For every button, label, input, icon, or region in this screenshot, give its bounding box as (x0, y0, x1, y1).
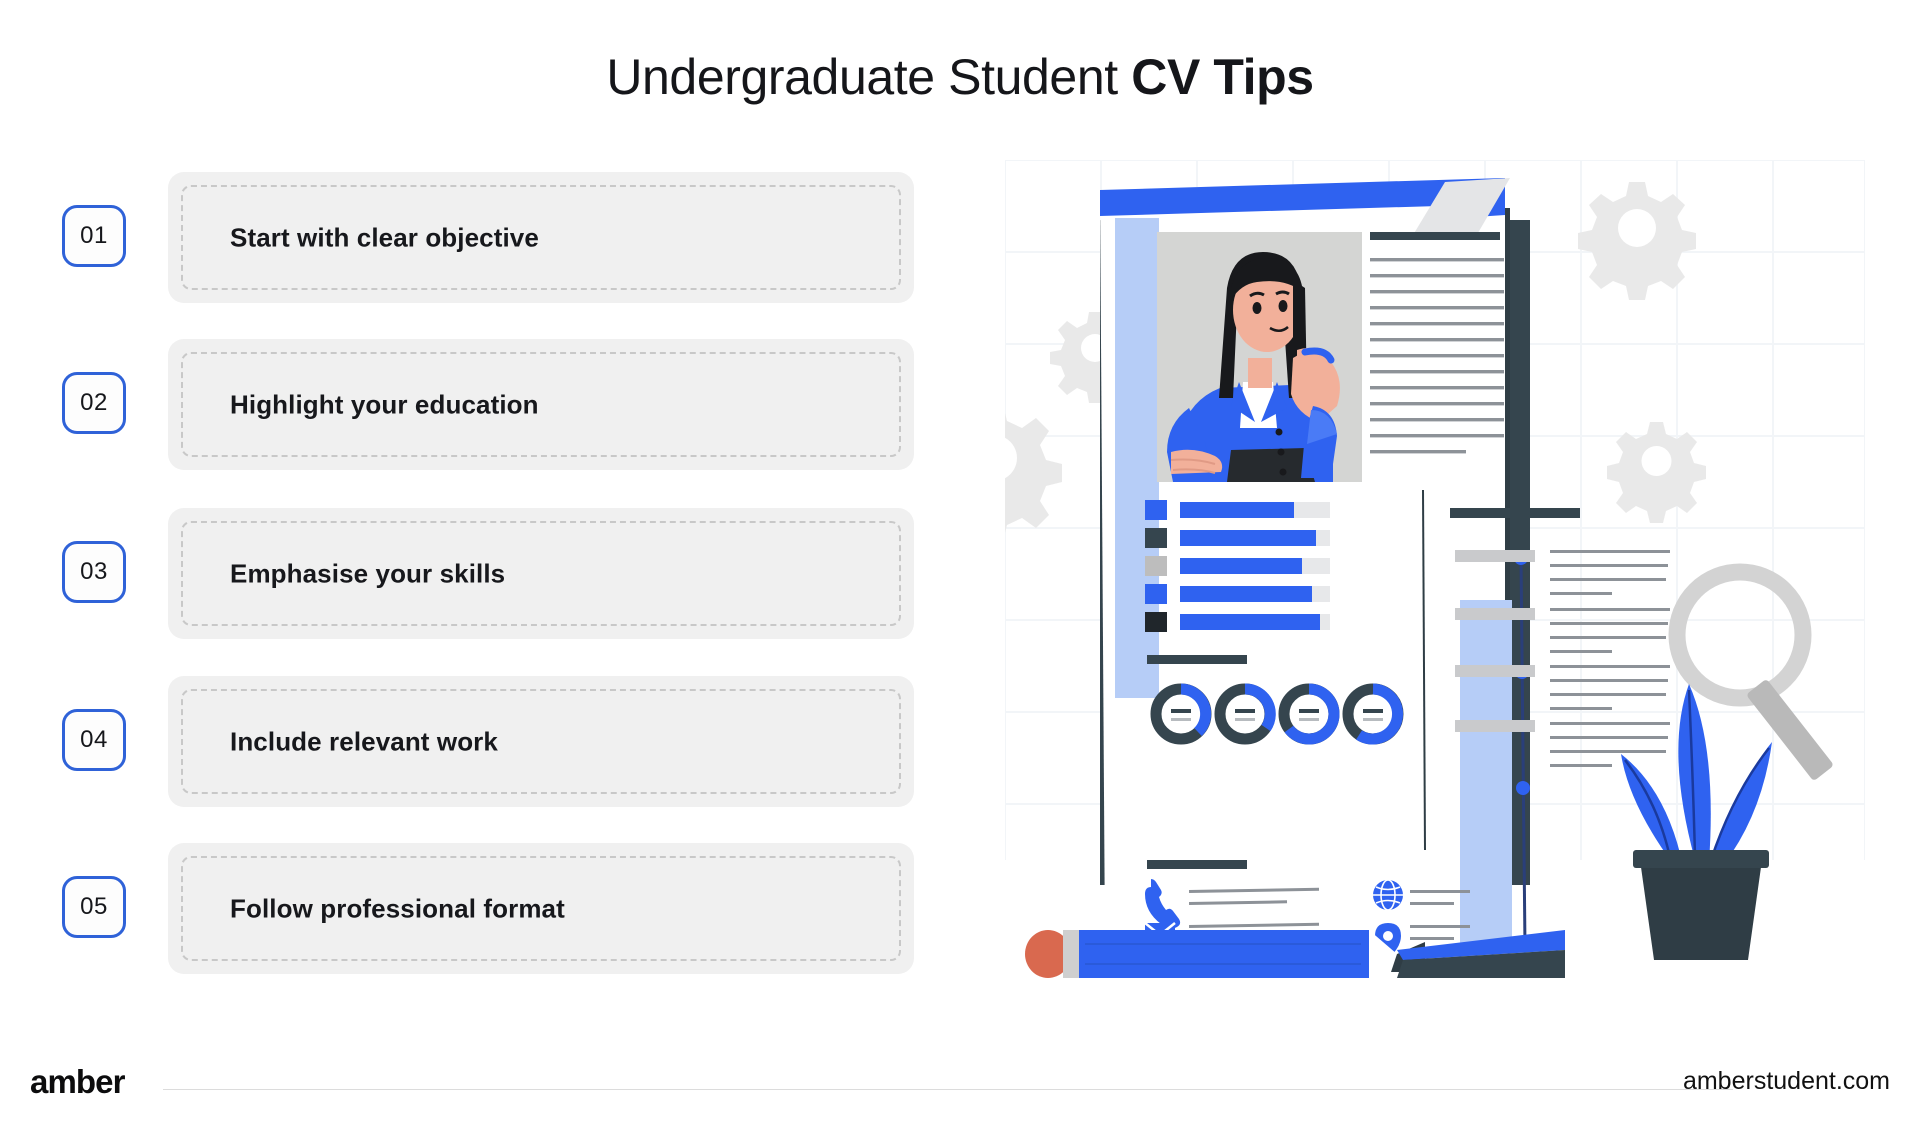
tip-label: Follow professional format (230, 893, 565, 923)
cv-illustration (926, 159, 1866, 1020)
tip-number-badge: 02 (62, 372, 126, 434)
footer-divider (163, 1089, 1733, 1090)
list-item[interactable]: Highlight your education 02 (0, 335, 930, 472)
tip-number-badge: 04 (62, 709, 126, 771)
tip-label: Highlight your education (230, 389, 539, 419)
list-item[interactable]: Include relevant work 04 (0, 672, 930, 809)
tip-number-badge: 01 (62, 205, 126, 267)
footer-website-url[interactable]: amberstudent.com (1683, 1067, 1890, 1096)
page-title-regular: Undergraduate Student (606, 49, 1132, 105)
page-title: Undergraduate Student CV Tips (0, 46, 1920, 108)
tip-number: 01 (80, 222, 108, 249)
pencil-body (1079, 930, 1369, 978)
amber-logo[interactable]: amber (30, 1063, 125, 1101)
tips-list: Start with clear objective 01 Highlight … (0, 168, 930, 1018)
pencil-ferrule (1063, 930, 1081, 978)
tip-number: 05 (80, 893, 108, 920)
plant-pot (1640, 860, 1762, 960)
gear-icon (1578, 182, 1696, 300)
contact-heading-bar (1147, 860, 1247, 869)
tip-card[interactable]: Highlight your education (168, 339, 914, 470)
section-heading-bar (1147, 655, 1247, 664)
list-item[interactable]: Start with clear objective 01 (0, 168, 930, 305)
accent-strip-right (1460, 600, 1512, 950)
tip-label: Start with clear objective (230, 222, 539, 252)
gear-icon (1607, 422, 1706, 523)
plant-pot-rim (1633, 850, 1769, 868)
tip-label: Include relevant work (230, 726, 498, 756)
tip-card[interactable]: Include relevant work (168, 676, 914, 807)
list-item[interactable]: Follow professional format 05 (0, 839, 930, 976)
page-title-bold: CV Tips (1131, 49, 1314, 105)
tip-number: 04 (80, 726, 108, 753)
footer: amber amberstudent.com (0, 1033, 1920, 1133)
tip-card[interactable]: Emphasise your skills (168, 508, 914, 639)
page-title-wrap: Undergraduate Student CV Tips (0, 46, 1920, 108)
tip-label: Emphasise your skills (230, 558, 506, 588)
tip-number: 03 (80, 558, 108, 585)
tip-card[interactable]: Start with clear objective (168, 172, 914, 303)
globe-icon (1373, 879, 1403, 911)
tip-number-badge: 05 (62, 876, 126, 938)
cv-illustration-svg (926, 159, 1866, 978)
tip-number-badge: 03 (62, 541, 126, 603)
list-item[interactable]: Emphasise your skills 03 (0, 504, 930, 641)
infographic-page: Undergraduate Student CV Tips Start with… (0, 0, 1920, 1133)
tip-number: 02 (80, 389, 108, 416)
tip-card[interactable]: Follow professional format (168, 843, 914, 974)
